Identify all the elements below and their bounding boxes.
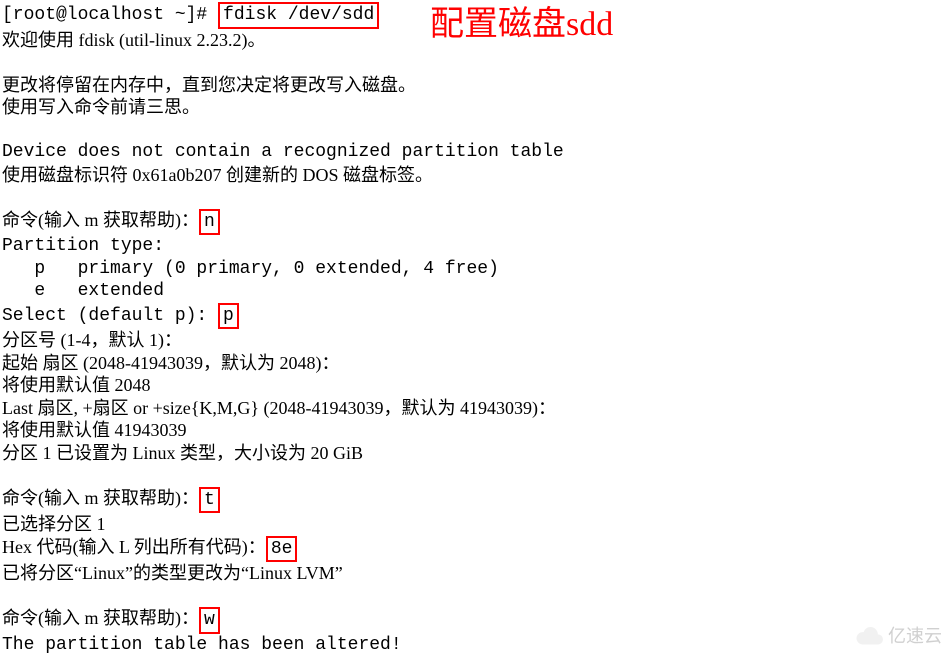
hex-prefix: Hex 代码(输入 L 列出所有代码)： bbox=[2, 537, 266, 557]
line-partset: 分区 1 已设置为 Linux 类型，大小设为 20 GiB bbox=[2, 442, 950, 465]
blank-5 bbox=[2, 585, 950, 608]
line-cmd-w: 命令(输入 m 获取帮助)：w bbox=[2, 607, 950, 634]
line-usedefault2: 将使用默认值 41943039 bbox=[2, 419, 950, 442]
line-device: Device does not contain a recognized par… bbox=[2, 141, 950, 164]
boxed-8e: 8e bbox=[266, 536, 298, 563]
annotation-title: 配置磁盘sdd bbox=[430, 4, 613, 47]
cmd-prompt-1: 命令(输入 m 获取帮助)： bbox=[2, 210, 199, 230]
line-ptype-header: Partition type: bbox=[2, 235, 950, 258]
line-firstsector: 起始 扇区 (2048-41943039，默认为 2048)： bbox=[2, 352, 950, 375]
line-cmd-t: 命令(输入 m 获取帮助)：t bbox=[2, 487, 950, 514]
blank-3 bbox=[2, 186, 950, 209]
line-ptype-e: e extended bbox=[2, 280, 950, 303]
watermark: 亿速云 bbox=[856, 625, 942, 648]
line-doslabel: 使用磁盘标识符 0x61a0b207 创建新的 DOS 磁盘标签。 bbox=[2, 164, 950, 187]
boxed-command: fdisk /dev/sdd bbox=[218, 2, 379, 29]
line-ptype-p: p primary (0 primary, 0 extended, 4 free… bbox=[2, 258, 950, 281]
line-changed: 已将分区“Linux”的类型更改为“Linux LVM” bbox=[2, 562, 950, 585]
line-memnote1: 更改将停留在内存中，直到您决定将更改写入磁盘。 bbox=[2, 74, 950, 97]
blank-4 bbox=[2, 464, 950, 487]
line-hex: Hex 代码(输入 L 列出所有代码)：8e bbox=[2, 536, 950, 563]
watermark-text: 亿速云 bbox=[888, 625, 942, 648]
cmd-prompt-3: 命令(输入 m 获取帮助)： bbox=[2, 608, 199, 628]
line-usedefault1: 将使用默认值 2048 bbox=[2, 374, 950, 397]
boxed-t: t bbox=[199, 487, 220, 514]
boxed-n: n bbox=[199, 209, 220, 236]
line-cmd-n: 命令(输入 m 获取帮助)：n bbox=[2, 209, 950, 236]
terminal-output: [root@localhost ~]# fdisk /dev/sdd 欢迎使用 … bbox=[2, 2, 950, 656]
cloud-icon bbox=[856, 627, 884, 645]
line-select: Select (default p): p bbox=[2, 303, 950, 330]
line-altered: The partition table has been altered! bbox=[2, 634, 950, 656]
prompt-prefix: [root@localhost ~]# bbox=[2, 5, 218, 25]
line-selected: 已选择分区 1 bbox=[2, 513, 950, 536]
boxed-p: p bbox=[218, 303, 239, 330]
line-partnum: 分区号 (1-4，默认 1)： bbox=[2, 329, 950, 352]
line-memnote2: 使用写入命令前请三思。 bbox=[2, 96, 950, 119]
blank-2 bbox=[2, 119, 950, 142]
boxed-w: w bbox=[199, 607, 220, 634]
line-lastsector: Last 扇区, +扇区 or +size{K,M,G} (2048-41943… bbox=[2, 397, 950, 420]
select-prefix: Select (default p): bbox=[2, 306, 218, 326]
blank-1 bbox=[2, 51, 950, 74]
cmd-prompt-2: 命令(输入 m 获取帮助)： bbox=[2, 488, 199, 508]
